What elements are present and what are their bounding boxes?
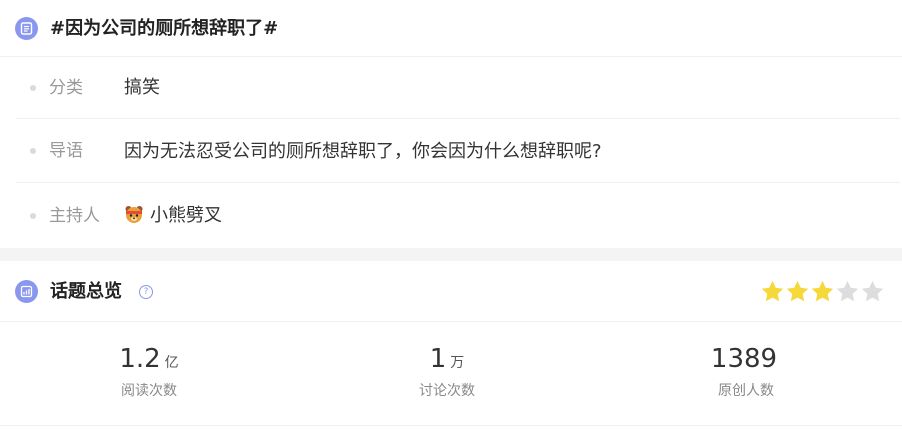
stat-number-line: 1389 xyxy=(666,343,826,379)
stat-number: 1 xyxy=(429,344,447,374)
stat-creators: 1389 原创人数 xyxy=(666,343,826,401)
stat-unit: 亿 xyxy=(164,355,179,371)
bullet-dot xyxy=(30,148,36,154)
bullet-dot xyxy=(30,213,36,219)
detail-row-host: 主持人 小熊劈叉 xyxy=(16,183,900,247)
stat-number-line: 1.2 亿 xyxy=(69,343,229,379)
host-name: 小熊劈叉 xyxy=(150,205,222,226)
detail-value: 搞笑 xyxy=(124,77,160,98)
bear-avatar-icon xyxy=(125,206,143,223)
stat-label: 阅读次数 xyxy=(121,383,177,399)
overview-header: 话题总览 ? xyxy=(0,261,902,322)
topic-overview-card: 话题总览 ? 1.2 亿 阅读次数 1万 讨论次数 1389 原创人数 xyxy=(0,261,902,429)
chart-icon xyxy=(15,280,38,303)
star-icon xyxy=(811,280,834,302)
stat-number-line: 1万 xyxy=(367,343,527,379)
document-list-icon xyxy=(15,17,38,40)
host-link[interactable]: 小熊劈叉 xyxy=(124,203,222,229)
stat-unit: 万 xyxy=(450,355,465,371)
topic-info-card: #因为公司的厕所想辞职了# 分类 搞笑 导语 因为无法忍受公司的厕所想辞职了，你… xyxy=(0,0,902,248)
star-icon xyxy=(761,280,784,302)
rating-stars xyxy=(760,279,885,304)
detail-row-category: 分类 搞笑 xyxy=(16,57,900,119)
star-icon xyxy=(786,280,809,302)
stat-label: 讨论次数 xyxy=(419,383,475,399)
star-icon xyxy=(836,280,859,302)
topic-title: #因为公司的厕所想辞职了# xyxy=(50,18,279,39)
detail-label: 导语 xyxy=(49,141,83,161)
bullet-dot xyxy=(30,85,36,91)
stat-label: 原创人数 xyxy=(718,383,774,399)
detail-value: 因为无法忍受公司的厕所想辞职了，你会因为什么想辞职呢? xyxy=(124,141,602,162)
detail-label: 分类 xyxy=(49,78,83,98)
detail-row-intro: 导语 因为无法忍受公司的厕所想辞职了，你会因为什么想辞职呢? xyxy=(16,119,900,183)
star-icon xyxy=(861,280,884,302)
stat-discussions: 1万 讨论次数 xyxy=(367,343,527,401)
stat-number: 1389 xyxy=(710,344,778,374)
detail-label: 主持人 xyxy=(49,206,100,226)
stat-reads: 1.2 亿 阅读次数 xyxy=(69,343,229,401)
divider xyxy=(0,425,902,426)
stat-number: 1.2 xyxy=(119,344,161,374)
topic-header: #因为公司的厕所想辞职了# xyxy=(0,0,902,57)
overview-title: 话题总览 xyxy=(50,281,122,302)
help-icon[interactable]: ? xyxy=(139,285,153,299)
